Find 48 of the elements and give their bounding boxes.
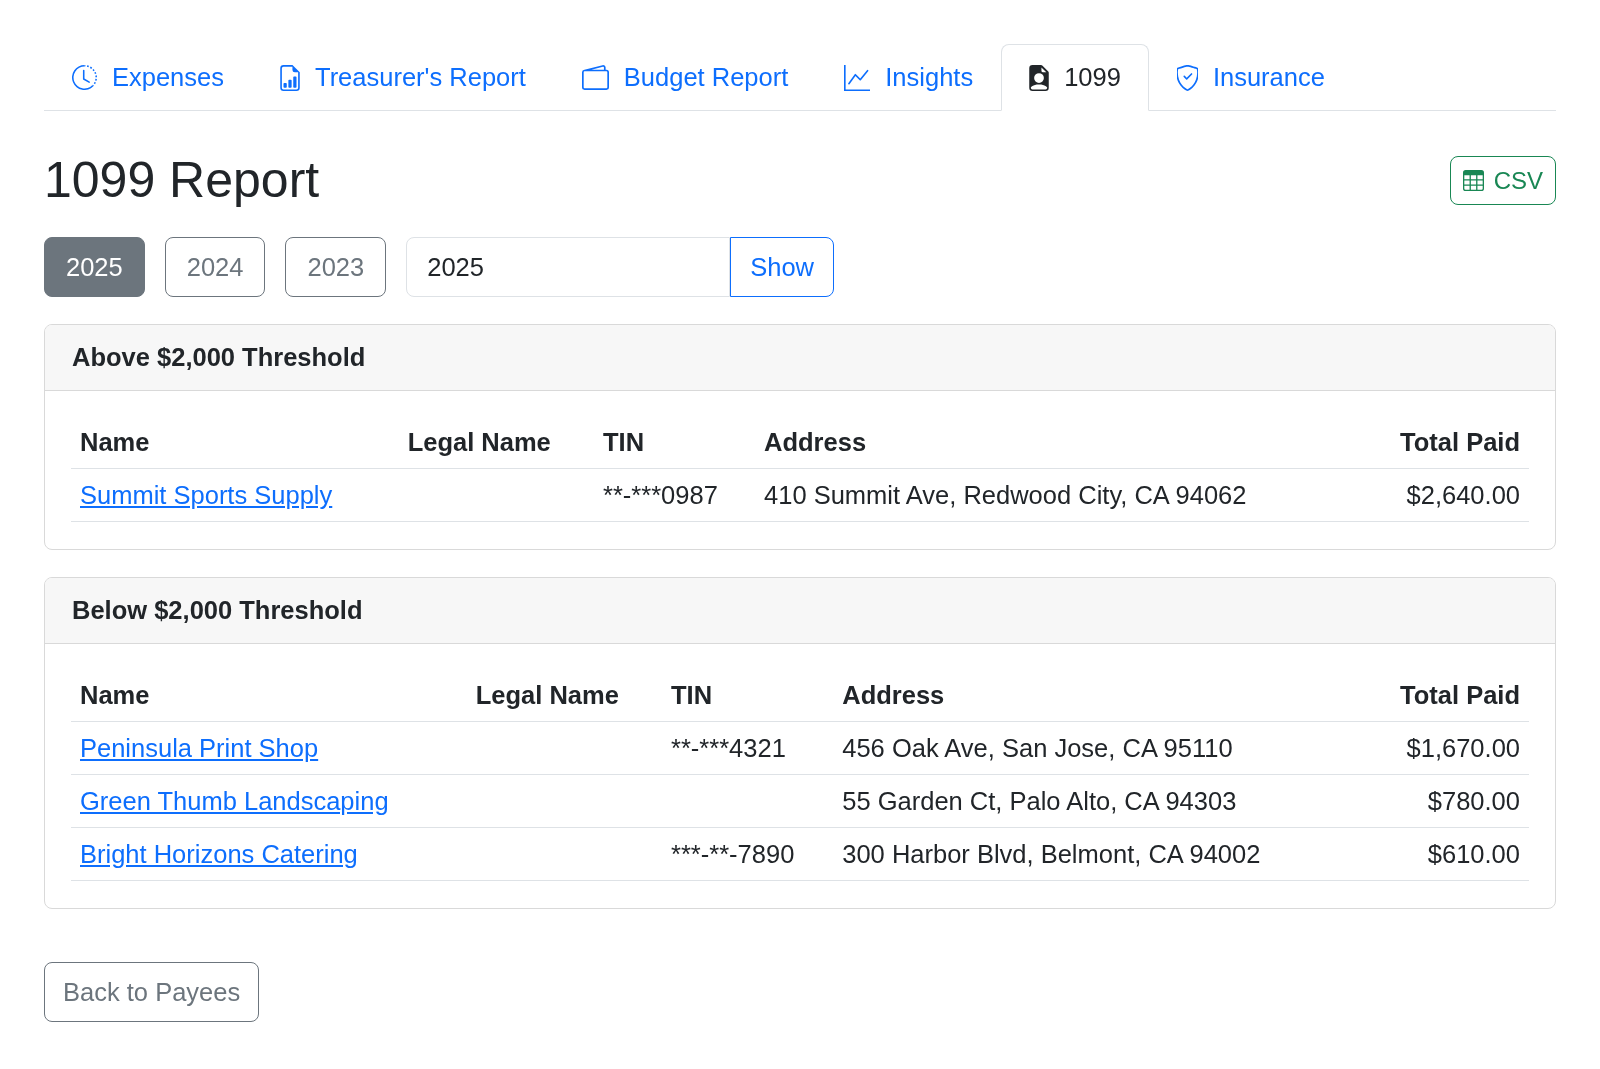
payee-link[interactable]: Peninsula Print Shop xyxy=(80,733,319,762)
column-header: Address xyxy=(833,669,1362,722)
table-cell: $780.00 xyxy=(1361,774,1529,828)
column-header: Total Paid xyxy=(1361,669,1529,722)
nav-tab[interactable]: Insights xyxy=(816,44,1002,111)
table-cell: $2,640.00 xyxy=(1361,468,1529,522)
table-cell: $610.00 xyxy=(1361,827,1529,881)
column-header: Legal Name xyxy=(398,416,594,469)
show-button[interactable]: Show xyxy=(730,237,834,297)
payee-link[interactable]: Summit Sports Supply xyxy=(80,480,333,509)
document-chart-icon xyxy=(280,64,300,91)
column-header: Total Paid xyxy=(1361,416,1529,469)
column-header: Name xyxy=(71,416,399,469)
table-cell: ***-**-7890 xyxy=(662,827,834,881)
year-button[interactable]: 2025 xyxy=(44,237,145,297)
document-person-icon xyxy=(1029,64,1050,91)
line-chart-icon xyxy=(844,64,871,91)
nav-tab[interactable]: Expenses xyxy=(44,44,252,111)
year-input[interactable]: 2025 xyxy=(406,237,731,297)
nav-tab[interactable]: 1099 xyxy=(1001,44,1149,111)
nav-tab[interactable]: Insurance xyxy=(1148,44,1353,111)
column-header: Name xyxy=(71,669,467,722)
shield-check-icon xyxy=(1176,64,1198,91)
table-cell: 55 Garden Ct, Palo Alto, CA 94303 xyxy=(833,774,1362,828)
nav-tab[interactable]: Budget Report xyxy=(553,44,817,111)
column-header: TIN xyxy=(662,669,834,722)
column-header: TIN xyxy=(594,416,756,469)
year-button[interactable]: 2023 xyxy=(285,237,387,297)
column-header: Address xyxy=(755,416,1362,469)
payee-link[interactable]: Green Thumb Landscaping xyxy=(80,786,389,815)
spreadsheet-grid-icon xyxy=(1462,169,1484,191)
table-cell: 456 Oak Ave, San Jose, CA 95110 xyxy=(833,721,1362,775)
table-cell: **-***4321 xyxy=(662,721,834,775)
csv-export-button[interactable]: CSV xyxy=(1449,155,1556,205)
wallet-icon xyxy=(581,65,609,90)
table-cell: 410 Summit Ave, Redwood City, CA 94062 xyxy=(755,468,1362,522)
page-title: 1099 Report xyxy=(44,151,320,210)
card-header: Above $2,000 Threshold xyxy=(45,325,1555,391)
card-header: Below $2,000 Threshold xyxy=(45,578,1555,644)
column-header: Legal Name xyxy=(466,669,662,722)
table-cell: 300 Harbor Blvd, Belmont, CA 94002 xyxy=(833,827,1362,881)
nav-tab[interactable]: Treasurer's Report xyxy=(252,44,554,111)
year-button[interactable]: 2024 xyxy=(164,237,266,297)
payee-link[interactable]: Bright Horizons Catering xyxy=(80,839,358,868)
back-button[interactable]: Back to Payees xyxy=(44,962,260,1022)
clock-history-icon xyxy=(72,65,97,90)
table-cell: **-***0987 xyxy=(594,468,756,522)
table-cell: $1,670.00 xyxy=(1361,721,1529,775)
